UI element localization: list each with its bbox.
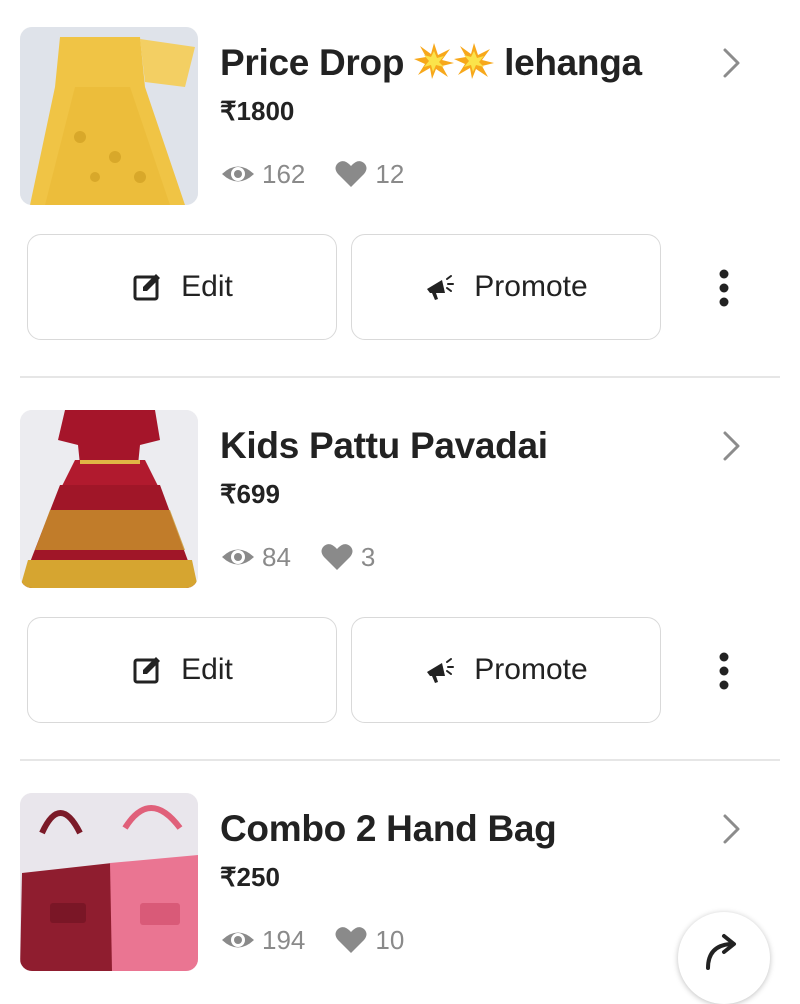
- listing-stats: 162 12: [220, 158, 432, 190]
- more-options-icon[interactable]: [708, 266, 740, 310]
- edit-label: Edit: [181, 270, 233, 303]
- promote-button[interactable]: Promote: [351, 234, 661, 340]
- listing-thumbnail[interactable]: [20, 793, 198, 971]
- listing-title[interactable]: Price Drop lehanga: [220, 42, 642, 84]
- heart-icon: [335, 161, 367, 187]
- listing-title[interactable]: Combo 2 Hand Bag: [220, 808, 557, 850]
- promote-button[interactable]: Promote: [351, 617, 661, 723]
- collision-emoji-icon: [414, 43, 455, 79]
- listing-stats: 194 10: [220, 924, 432, 956]
- eye-icon: [222, 166, 254, 182]
- heart-icon: [321, 544, 353, 570]
- listing-title[interactable]: Kids Pattu Pavadai: [220, 425, 548, 467]
- listing-price: ₹1800: [220, 96, 295, 126]
- chevron-right-icon[interactable]: [714, 46, 748, 80]
- title-text: Price Drop: [220, 42, 405, 83]
- promote-label: Promote: [474, 270, 588, 303]
- title-text: lehanga: [504, 42, 642, 83]
- listing-thumbnail[interactable]: [20, 410, 198, 588]
- megaphone-icon: [427, 275, 455, 300]
- likes-count: 12: [375, 158, 405, 189]
- divider: [20, 759, 780, 761]
- eye-icon: [222, 549, 254, 565]
- share-arrow-icon: [706, 934, 736, 970]
- eye-icon: [222, 932, 254, 948]
- more-options-icon[interactable]: [708, 649, 740, 693]
- chevron-right-icon[interactable]: [714, 429, 748, 463]
- views-count: 162: [262, 158, 306, 189]
- share-fab-button[interactable]: [678, 912, 770, 1004]
- edit-label: Edit: [181, 653, 233, 686]
- handbags-image: [20, 793, 198, 971]
- views-count: 84: [262, 541, 291, 572]
- lehanga-image: [20, 27, 198, 205]
- edit-button[interactable]: Edit: [27, 617, 337, 723]
- listing-stats: 84 3: [220, 541, 403, 573]
- edit-button[interactable]: Edit: [27, 234, 337, 340]
- heart-icon: [335, 927, 367, 953]
- views-count: 194: [262, 924, 306, 955]
- pattu-pavadai-image: [20, 410, 198, 588]
- chevron-right-icon[interactable]: [714, 812, 748, 846]
- likes-count: 3: [360, 541, 376, 572]
- promote-label: Promote: [474, 653, 588, 686]
- divider: [20, 376, 780, 378]
- collision-emoji-icon: [454, 43, 495, 79]
- megaphone-icon: [427, 658, 455, 683]
- listing-price: ₹250: [220, 862, 280, 892]
- edit-icon: [133, 274, 161, 301]
- listing-thumbnail[interactable]: [20, 27, 198, 205]
- listing-price: ₹699: [220, 479, 280, 509]
- edit-icon: [133, 657, 161, 684]
- likes-count: 10: [375, 924, 405, 955]
